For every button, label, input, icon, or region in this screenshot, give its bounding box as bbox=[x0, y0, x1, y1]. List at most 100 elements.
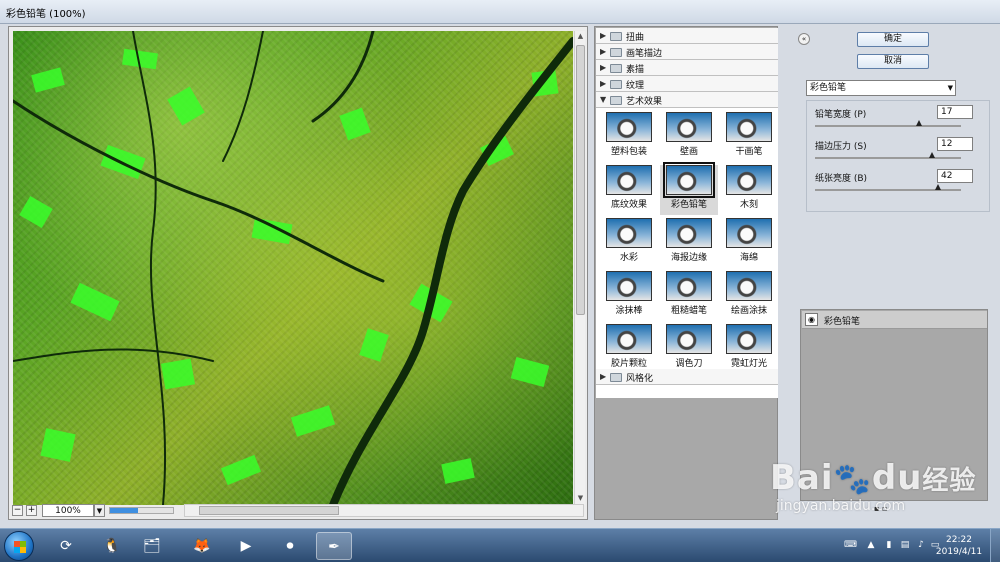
volume-icon[interactable]: ♪ bbox=[916, 540, 926, 550]
layer-tools: ▪ ▫ bbox=[874, 504, 887, 513]
filter-thumbnail-label: 胶片颗粒 bbox=[610, 359, 647, 369]
filter-thumbnail[interactable]: 彩色铅笔 bbox=[660, 162, 718, 215]
eye-icon[interactable]: ◉ bbox=[805, 313, 818, 326]
preview-vertical-scrollbar[interactable]: ▲ ▼ bbox=[574, 31, 585, 505]
filter-thumbnail[interactable]: 海报边缘 bbox=[660, 218, 718, 268]
filter-thumbnail[interactable]: 海绵 bbox=[720, 218, 778, 268]
filter-select[interactable]: 彩色铅笔 ▼ bbox=[806, 80, 956, 96]
filter-thumbnail[interactable]: 调色刀 bbox=[660, 324, 718, 374]
network-icon[interactable]: ▤ bbox=[900, 540, 910, 550]
folder-icon bbox=[610, 373, 622, 382]
filter-thumbnail-label: 绘画涂抹 bbox=[730, 306, 767, 316]
zoom-in-button[interactable]: + bbox=[26, 505, 37, 516]
preview-panel: ▲ ▼ bbox=[8, 26, 588, 520]
filter-groups-after: ▶ 风格化 bbox=[596, 369, 778, 385]
zoom-bar: − + 100% ▼ bbox=[12, 504, 586, 518]
filter-group-label: 风格化 bbox=[626, 374, 654, 384]
param-value-input[interactable]: 17 bbox=[937, 105, 973, 119]
filter-thumbnail[interactable]: 水彩 bbox=[600, 218, 658, 268]
delete-layer-icon[interactable]: ▫ bbox=[882, 504, 887, 513]
collapse-gallery-icon[interactable]: « bbox=[798, 33, 810, 45]
slider-handle[interactable] bbox=[915, 120, 922, 126]
preview-horizontal-scrollbar[interactable] bbox=[184, 504, 584, 517]
filter-thumbnail[interactable]: 胶片颗粒 bbox=[600, 324, 658, 374]
filter-thumbnail-label: 粗糙蜡笔 bbox=[670, 306, 707, 316]
expand-arrow-icon[interactable]: ▶ bbox=[600, 31, 606, 40]
effect-layer-row[interactable]: ◉ 彩色铅笔 bbox=[802, 311, 987, 329]
filter-thumbnail-label: 干画笔 bbox=[735, 147, 763, 157]
show-desktop-button[interactable] bbox=[990, 529, 1000, 562]
scroll-thumb[interactable] bbox=[199, 506, 339, 515]
start-button[interactable] bbox=[4, 531, 34, 561]
expand-arrow-icon[interactable]: ▶ bbox=[600, 79, 606, 88]
param-label: 纸张亮度 (B) bbox=[815, 174, 868, 184]
filter-thumbnail[interactable]: 塑料包装 bbox=[600, 112, 658, 162]
filter-preview-image bbox=[726, 271, 772, 301]
zoom-dropdown-icon[interactable]: ▼ bbox=[94, 504, 105, 517]
scroll-up-icon[interactable]: ▲ bbox=[576, 32, 585, 42]
scroll-thumb[interactable] bbox=[576, 45, 585, 315]
param-label: 描边压力 (S) bbox=[815, 142, 867, 152]
expand-arrow-icon[interactable]: ▶ bbox=[600, 47, 606, 56]
filter-preview-image bbox=[726, 112, 772, 142]
param-pencil-width: 铅笔宽度 (P) 17 bbox=[815, 105, 981, 135]
filter-group-stylize[interactable]: ▶ 风格化 bbox=[596, 369, 778, 385]
filter-thumbnail[interactable]: 霓虹灯光 bbox=[720, 324, 778, 374]
firefox-icon[interactable]: 🦊 bbox=[184, 532, 220, 560]
windows-logo-icon bbox=[14, 541, 26, 553]
expand-arrow-icon[interactable]: ▶ bbox=[600, 63, 606, 72]
slider-handle[interactable] bbox=[934, 184, 941, 190]
filter-group-label: 素描 bbox=[626, 65, 645, 75]
filter-thumbnail-label: 海绵 bbox=[739, 253, 758, 263]
filter-thumbnail[interactable]: 木刻 bbox=[720, 165, 778, 215]
clock[interactable]: 22:22 2019/4/11 bbox=[934, 534, 984, 558]
param-value-input[interactable]: 42 bbox=[937, 169, 973, 183]
folder-open-icon bbox=[610, 96, 622, 105]
qq-icon[interactable]: 🐧 bbox=[94, 532, 130, 560]
filter-thumbnail[interactable]: 绘画涂抹 bbox=[720, 271, 778, 321]
photoshop-icon[interactable]: ✒ bbox=[316, 532, 352, 560]
filter-preview-image bbox=[606, 218, 652, 248]
expand-arrow-icon[interactable]: ▶ bbox=[600, 372, 606, 381]
filter-group-artistic[interactable]: ▼ 艺术效果 bbox=[596, 92, 778, 108]
progress-fill bbox=[110, 508, 139, 513]
filter-thumbnail[interactable]: 粗糙蜡笔 bbox=[660, 271, 718, 321]
collapse-arrow-icon[interactable]: ▼ bbox=[600, 95, 606, 104]
filter-parameters: 铅笔宽度 (P) 17 描边压力 (S) 12 纸张亮度 (B) 42 bbox=[806, 100, 990, 212]
media-icon[interactable]: ▶ bbox=[228, 532, 264, 560]
slider-track[interactable] bbox=[815, 157, 961, 159]
record-icon[interactable]: ⏺ bbox=[272, 532, 308, 560]
filter-preview-image bbox=[726, 165, 772, 195]
slider-track[interactable] bbox=[815, 125, 961, 127]
usb-icon[interactable]: ▮ bbox=[884, 540, 894, 550]
effect-layers-panel: ◉ 彩色铅笔 bbox=[800, 309, 988, 501]
folder-icon bbox=[610, 32, 622, 41]
chevron-down-icon: ▼ bbox=[947, 84, 953, 92]
keyboard-icon[interactable]: ⌨ bbox=[844, 540, 857, 550]
filter-group-sketch[interactable]: ▶ 素描 bbox=[596, 60, 778, 76]
scroll-down-icon[interactable]: ▼ bbox=[576, 494, 585, 504]
cancel-button[interactable]: 取消 bbox=[857, 54, 929, 69]
filter-group-brush-strokes[interactable]: ▶ 画笔描边 bbox=[596, 44, 778, 60]
filter-thumbnail[interactable]: 干画笔 bbox=[720, 112, 778, 162]
filter-thumbnail-label: 霓虹灯光 bbox=[730, 359, 767, 369]
explorer-icon[interactable]: 🗂 bbox=[134, 532, 170, 560]
param-value-input[interactable]: 12 bbox=[937, 137, 973, 151]
new-layer-icon[interactable]: ▪ bbox=[874, 504, 879, 513]
filter-thumbnail[interactable]: 底纹效果 bbox=[600, 165, 658, 215]
filter-preview-image bbox=[666, 112, 712, 142]
ok-button[interactable]: 确定 bbox=[857, 32, 929, 47]
filter-preview-image bbox=[663, 162, 715, 198]
360-icon[interactable]: ⟳ bbox=[48, 532, 84, 560]
slider-handle[interactable] bbox=[928, 152, 935, 158]
zoom-out-button[interactable]: − bbox=[12, 505, 23, 516]
tray-expand-icon[interactable]: ▲ bbox=[866, 540, 876, 550]
filter-thumbnail[interactable]: 壁画 bbox=[660, 112, 718, 162]
filter-thumbnail[interactable]: 涂抹棒 bbox=[600, 271, 658, 321]
filter-group-texture[interactable]: ▶ 纹理 bbox=[596, 76, 778, 92]
zoom-level-field[interactable]: 100% bbox=[42, 504, 94, 517]
preview-canvas[interactable] bbox=[13, 31, 573, 505]
folder-icon bbox=[610, 80, 622, 89]
clock-time: 22:22 bbox=[946, 535, 972, 545]
filter-group-distort[interactable]: ▶ 扭曲 bbox=[596, 28, 778, 44]
